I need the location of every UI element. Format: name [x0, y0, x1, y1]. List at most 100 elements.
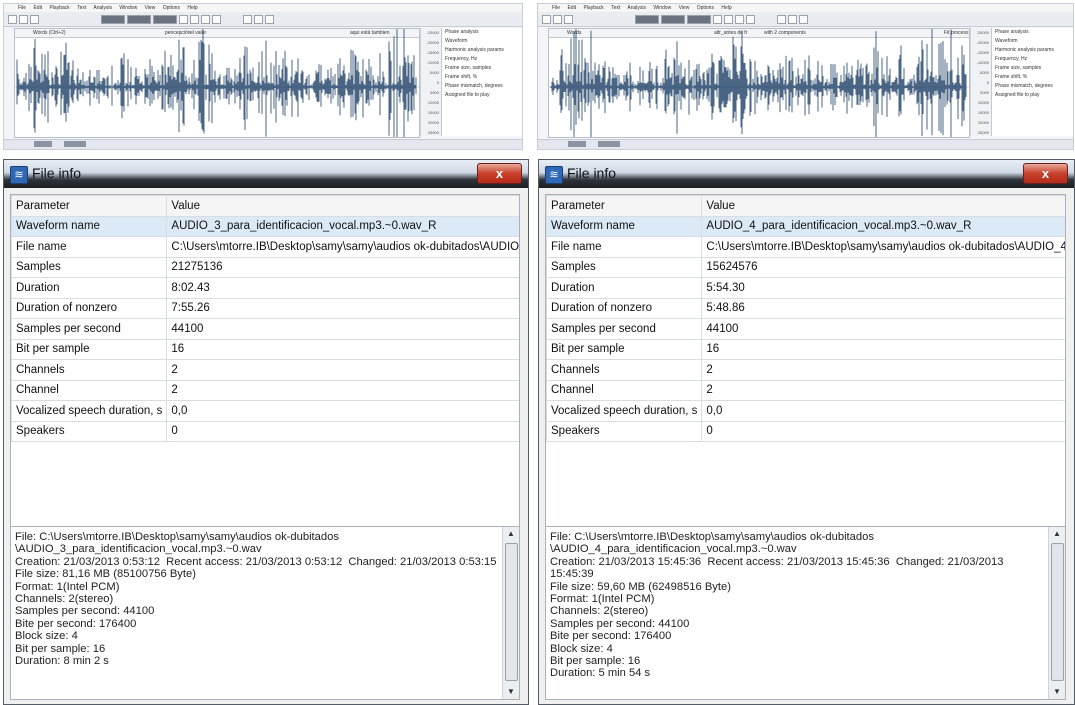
vertical-scrollbar[interactable]: ▲ ▼: [502, 527, 519, 699]
scroll-thumb[interactable]: [1051, 543, 1064, 681]
table-row[interactable]: Vocalized speech duration, s 0,0: [546, 400, 1065, 422]
menu-file[interactable]: File: [18, 5, 26, 11]
table-row[interactable]: Samples 15624576: [546, 256, 1065, 278]
pitch-view-icon[interactable]: [687, 14, 711, 24]
table-row[interactable]: Samples per second 44100: [546, 318, 1065, 340]
stop-icon[interactable]: [724, 14, 733, 24]
record-icon[interactable]: [201, 14, 210, 24]
status-tab[interactable]: [64, 141, 86, 147]
column-header-parameter[interactable]: Parameter: [546, 195, 703, 217]
menu-view[interactable]: View: [679, 5, 690, 11]
column-header-value[interactable]: Value: [166, 195, 519, 217]
menu-help[interactable]: Help: [721, 5, 731, 11]
menu-analysis[interactable]: Analysis: [93, 5, 112, 11]
table-row[interactable]: File name C:\Users\mtorre.IB\Desktop\samy…: [546, 236, 1065, 258]
cursor-icon[interactable]: [788, 14, 797, 24]
table-row[interactable]: Samples per second 44100: [11, 318, 519, 340]
settings-icon[interactable]: [799, 14, 808, 24]
status-tab[interactable]: [568, 141, 586, 147]
waveform-pane[interactable]: Words altr_antes de fr with 2 components…: [548, 28, 970, 138]
file-details-textbox[interactable]: File: C:\Users\mtorre.IB\Desktop\samy\sa…: [10, 526, 520, 700]
new-file-icon[interactable]: [542, 14, 551, 24]
scroll-thumb[interactable]: [505, 543, 518, 681]
close-button[interactable]: x: [477, 163, 522, 184]
open-file-icon[interactable]: [553, 14, 562, 24]
menu-help[interactable]: Help: [187, 5, 197, 11]
menu-window[interactable]: Window: [119, 5, 137, 11]
column-header-parameter[interactable]: Parameter: [11, 195, 168, 217]
parameter-grid[interactable]: Parameter Value Waveform name AUDIO_3_par…: [10, 194, 520, 552]
table-row[interactable]: Duration 5:54.30: [546, 277, 1065, 299]
table-row[interactable]: Vocalized speech duration, s 0,0: [11, 400, 519, 422]
table-row[interactable]: Channels 2: [546, 359, 1065, 381]
row-param: Samples per second: [11, 318, 168, 340]
row-value: AUDIO_3_para_identificacion_vocal.mp3.~0…: [166, 215, 519, 237]
menu-file[interactable]: File: [552, 5, 560, 11]
table-row[interactable]: File name C:\Users\mtorre.IB\Desktop\samy…: [11, 236, 519, 258]
pitch-view-icon[interactable]: [153, 14, 177, 24]
menu-options[interactable]: Options: [163, 5, 180, 11]
scroll-down-icon[interactable]: ▼: [1049, 685, 1065, 699]
menu-playback[interactable]: Playback: [49, 5, 69, 11]
dialog-title-bar[interactable]: ≋ File info x: [539, 160, 1074, 188]
table-row[interactable]: Samples 21275136: [11, 256, 519, 278]
menu-view[interactable]: View: [145, 5, 156, 11]
menu-edit[interactable]: Edit: [567, 5, 576, 11]
column-header-value[interactable]: Value: [701, 195, 1065, 217]
parameter-grid[interactable]: Parameter Value Waveform name AUDIO_4_par…: [545, 194, 1066, 552]
spectrum-view-icon[interactable]: [661, 14, 685, 24]
row-value: 44100: [166, 318, 519, 340]
scale-tick-label: 5000: [980, 90, 989, 95]
settings-icon[interactable]: [265, 14, 274, 24]
panel-row: Waveform: [995, 38, 1018, 44]
menu-window[interactable]: Window: [653, 5, 671, 11]
table-row[interactable]: Duration 8:02.43: [11, 277, 519, 299]
dialog-title-bar[interactable]: ≋ File info x: [4, 160, 528, 188]
row-param: Vocalized speech duration, s: [546, 400, 703, 422]
save-icon[interactable]: [564, 14, 573, 24]
play-icon[interactable]: [713, 14, 722, 24]
table-row[interactable]: Speakers 0: [546, 420, 1065, 442]
table-row[interactable]: Waveform name AUDIO_3_para_identificacion…: [11, 215, 519, 237]
vertical-scrollbar[interactable]: ▲ ▼: [1048, 527, 1065, 699]
table-row[interactable]: Channels 2: [11, 359, 519, 381]
file-details-textbox[interactable]: File: C:\Users\mtorre.IB\Desktop\samy\sa…: [545, 526, 1066, 700]
menu-options[interactable]: Options: [697, 5, 714, 11]
status-tab[interactable]: [34, 141, 52, 147]
play-icon[interactable]: [179, 14, 188, 24]
spectrum-view-icon[interactable]: [127, 14, 151, 24]
close-button[interactable]: x: [1023, 163, 1068, 184]
menu-text[interactable]: Text: [611, 5, 620, 11]
waveform-view-icon[interactable]: [635, 14, 659, 24]
menu-text[interactable]: Text: [77, 5, 86, 11]
table-row[interactable]: Speakers 0: [11, 420, 519, 442]
zoom-icon[interactable]: [777, 14, 786, 24]
table-row[interactable]: Duration of nonzero 5:48.86: [546, 297, 1065, 319]
scroll-up-icon[interactable]: ▲: [1049, 527, 1065, 541]
zoom-icon[interactable]: [243, 14, 252, 24]
status-tab[interactable]: [598, 141, 620, 147]
table-row[interactable]: Channel 2: [11, 379, 519, 401]
table-row[interactable]: Duration of nonzero 7:55.26: [11, 297, 519, 319]
row-param: Speakers: [11, 420, 168, 442]
record-icon[interactable]: [735, 14, 744, 24]
stop-icon[interactable]: [190, 14, 199, 24]
waveform-pane[interactable]: Words (Ctrl+2) pencepción el valor aqui …: [14, 28, 420, 138]
scroll-up-icon[interactable]: ▲: [503, 527, 519, 541]
menu-playback[interactable]: Playback: [583, 5, 603, 11]
table-row[interactable]: Bit per sample 16: [546, 338, 1065, 360]
cursor-icon[interactable]: [254, 14, 263, 24]
loop-icon[interactable]: [212, 14, 221, 24]
save-icon[interactable]: [30, 14, 39, 24]
menu-analysis[interactable]: Analysis: [627, 5, 646, 11]
table-row[interactable]: Bit per sample 16: [11, 338, 519, 360]
row-value: 5:48.86: [701, 297, 1065, 319]
table-row[interactable]: Channel 2: [546, 379, 1065, 401]
waveform-view-icon[interactable]: [101, 14, 125, 24]
table-row[interactable]: Waveform name AUDIO_4_para_identificacion…: [546, 215, 1065, 237]
new-file-icon[interactable]: [8, 14, 17, 24]
menu-edit[interactable]: Edit: [33, 5, 42, 11]
open-file-icon[interactable]: [19, 14, 28, 24]
loop-icon[interactable]: [746, 14, 755, 24]
scroll-down-icon[interactable]: ▼: [503, 685, 519, 699]
